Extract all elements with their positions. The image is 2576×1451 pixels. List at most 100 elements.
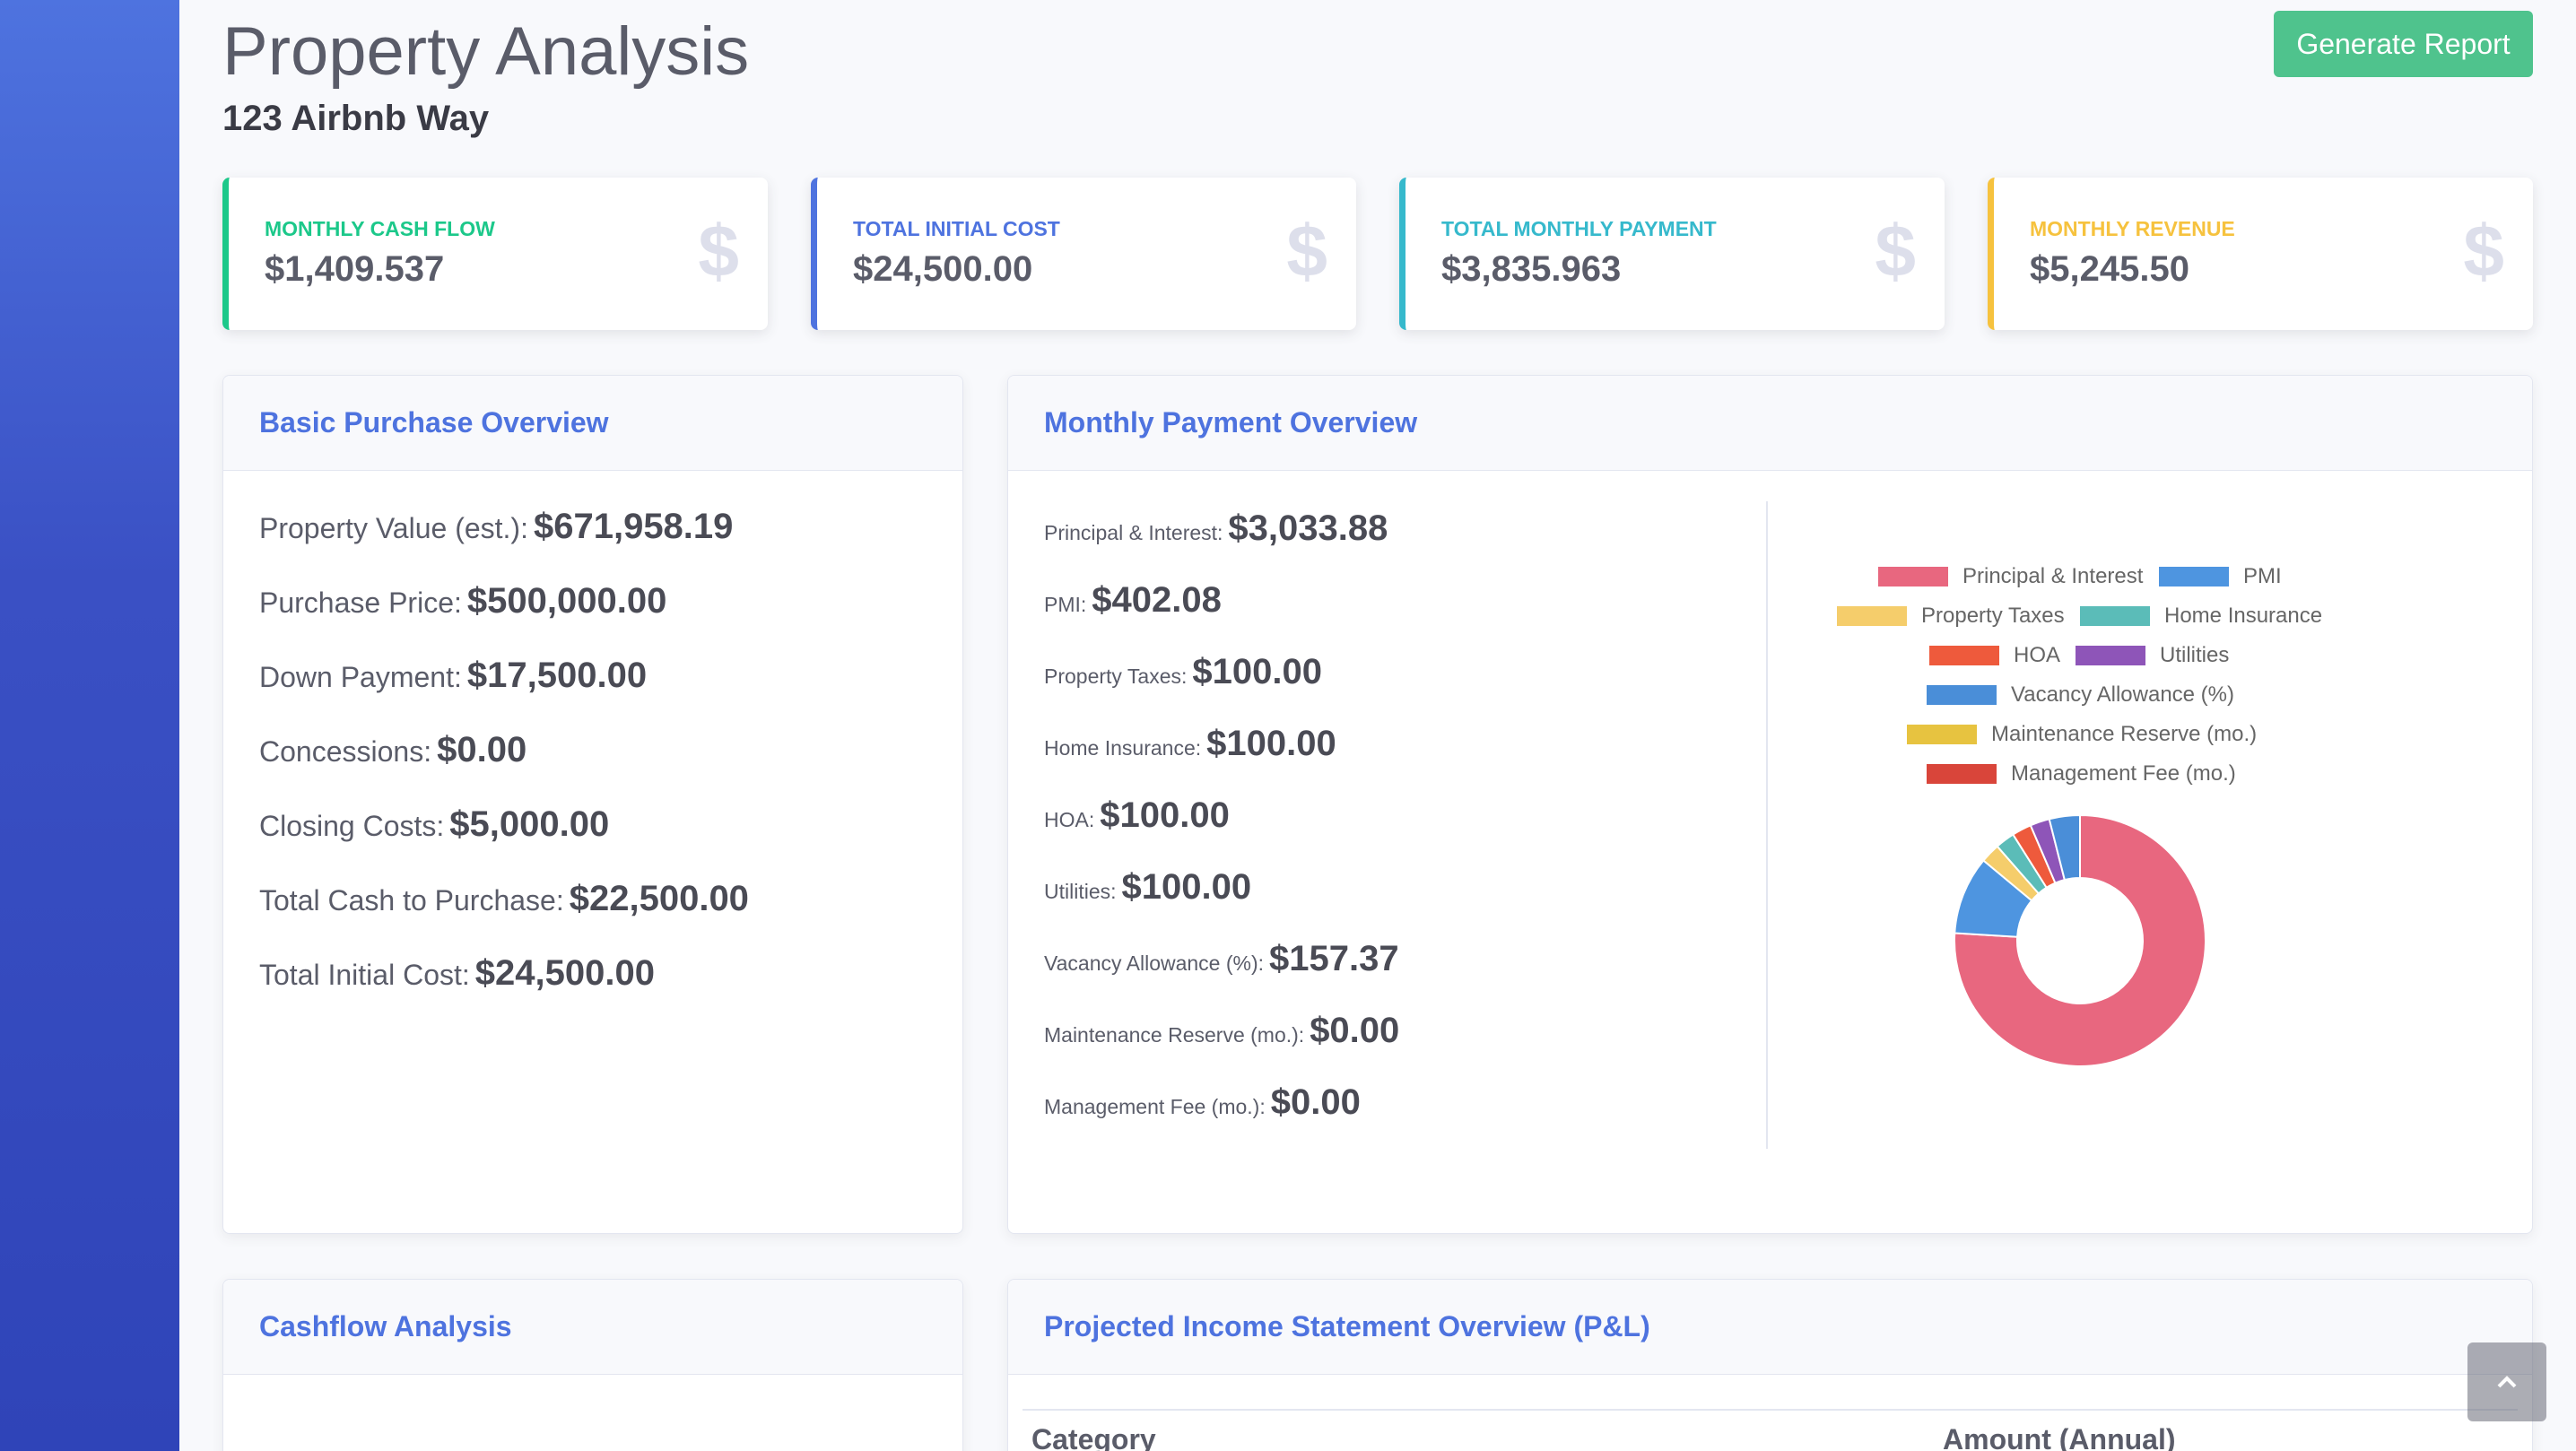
purchase-row: Closing Costs: $5,000.00 (259, 804, 609, 845)
legend-swatch (1878, 567, 1948, 586)
row-label: Maintenance Reserve (mo.): (1044, 1023, 1305, 1047)
legend-swatch (2076, 646, 2145, 665)
stat-value: $5,245.50 (2030, 249, 2189, 289)
legend-label: Property Taxes (1921, 604, 2065, 628)
stat-label: Monthly Revenue (2030, 217, 2235, 240)
stat-label: Total Monthly Payment (1441, 217, 1717, 240)
row-value: $17,500.00 (466, 656, 648, 695)
total-initial-cost-card: Total Initial Cost $24,500.00 $ (811, 178, 1356, 330)
row-label: Management Fee (mo.): (1044, 1095, 1266, 1118)
legend-swatch (1927, 764, 1997, 784)
payment-row: Property Taxes: $100.00 (1044, 652, 1322, 692)
stat-label: Total Initial Cost (853, 217, 1060, 240)
row-value: $22,500.00 (569, 879, 749, 918)
legend-item[interactable]: Management Fee (mo.) (1927, 761, 2236, 786)
monthly-payment-donut-chart[interactable] (1936, 797, 2224, 1084)
card-title: Cashflow Analysis (259, 1310, 512, 1342)
row-label: Property Value (est.): (259, 512, 528, 544)
row-label: Vacancy Allowance (%): (1044, 951, 1265, 975)
row-value: $100.00 (1121, 867, 1252, 907)
row-value: $100.00 (1206, 724, 1336, 763)
stat-label: Monthly Cash Flow (265, 217, 495, 240)
stat-value: $1,409.537 (265, 249, 445, 289)
monthly-cash-flow-card: Monthly Cash Flow $1,409.537 $ (222, 178, 768, 330)
pl-overview-card: Projected Income Statement Overview (P&L… (1007, 1279, 2533, 1451)
card-title: Basic Purchase Overview (259, 406, 609, 439)
row-value: $5,000.00 (449, 804, 610, 844)
card-header: Projected Income Statement Overview (P&L… (1008, 1280, 2532, 1375)
table-top-border (1023, 1409, 2518, 1411)
legend-label: PMI (2243, 564, 2282, 588)
row-label: Closing Costs: (259, 810, 445, 842)
legend-label: Vacancy Allowance (%) (2011, 682, 2234, 707)
generate-report-button[interactable]: Generate Report (2274, 11, 2533, 77)
monthly-revenue-card: Monthly Revenue $5,245.50 $ (1988, 178, 2533, 330)
purchase-row: Property Value (est.): $671,958.19 (259, 507, 733, 547)
row-label: Total Initial Cost: (259, 959, 470, 991)
legend-item[interactable]: Home Insurance (2080, 604, 2322, 629)
card-title: Monthly Payment Overview (1044, 406, 1418, 439)
legend-swatch (2080, 606, 2150, 626)
card-title: Projected Income Statement Overview (P&L… (1044, 1310, 1650, 1342)
scroll-to-top-button[interactable] (2467, 1342, 2546, 1421)
purchase-row: Total Cash to Purchase: $22,500.00 (259, 879, 749, 919)
legend-swatch (1929, 646, 1999, 665)
payment-row: Home Insurance: $100.00 (1044, 724, 1336, 764)
payment-row: Management Fee (mo.): $0.00 (1044, 1082, 1361, 1123)
card-header: Basic Purchase Overview (223, 376, 962, 471)
dollar-icon: $ (698, 211, 739, 292)
sidebar (0, 0, 179, 1451)
purchase-row: Down Payment: $17,500.00 (259, 656, 647, 696)
column-header-amount[interactable]: Amount (Annual) (1943, 1423, 2176, 1451)
page-title: Property Analysis (222, 13, 750, 90)
row-value: $0.00 (437, 730, 527, 769)
row-value: $671,958.19 (533, 507, 734, 546)
row-label: Utilities: (1044, 880, 1117, 903)
legend-label: Home Insurance (2164, 604, 2323, 628)
legend-swatch (1927, 685, 1997, 705)
row-value: $100.00 (1192, 652, 1322, 691)
legend-item[interactable]: PMI (2159, 564, 2282, 589)
row-label: Purchase Price: (259, 586, 462, 619)
monthly-payment-card: Monthly Payment Overview Principal & Int… (1007, 375, 2533, 1234)
row-value: $0.00 (1310, 1011, 1400, 1050)
cashflow-analysis-card: Cashflow Analysis (222, 1279, 963, 1451)
stat-value: $3,835.963 (1441, 249, 1622, 289)
row-label: Down Payment: (259, 661, 462, 693)
legend-swatch (1907, 725, 1977, 744)
row-label: Total Cash to Purchase: (259, 884, 564, 917)
stat-value: $24,500.00 (853, 249, 1033, 289)
legend-item[interactable]: HOA (1929, 643, 2060, 668)
legend-label: Management Fee (mo.) (2011, 761, 2236, 786)
row-value: $157.37 (1269, 939, 1399, 978)
purchase-overview-card: Basic Purchase Overview Property Value (… (222, 375, 963, 1234)
row-value: $24,500.00 (474, 953, 655, 993)
legend-swatch (1837, 606, 1907, 626)
row-label: PMI: (1044, 593, 1087, 616)
purchase-row: Purchase Price: $500,000.00 (259, 581, 666, 621)
legend-item[interactable]: Principal & Interest (1878, 564, 2143, 589)
legend-item[interactable]: Maintenance Reserve (mo.) (1907, 722, 2257, 747)
legend-item[interactable]: Property Taxes (1837, 604, 2065, 629)
payment-row: HOA: $100.00 (1044, 795, 1230, 836)
chevron-up-icon (2497, 1376, 2517, 1388)
column-header-category[interactable]: Category (1031, 1423, 1156, 1451)
purchase-row: Total Initial Cost: $24,500.00 (259, 953, 655, 994)
property-address: 123 Airbnb Way (222, 99, 490, 138)
row-label: Concessions: (259, 735, 432, 768)
payment-row: Utilities: $100.00 (1044, 867, 1251, 908)
payment-row: Maintenance Reserve (mo.): $0.00 (1044, 1011, 1399, 1051)
dollar-icon: $ (1875, 211, 1916, 292)
payment-row: PMI: $402.08 (1044, 580, 1222, 621)
column-divider (1766, 501, 1768, 1149)
row-label: Home Insurance: (1044, 736, 1202, 760)
row-value: $402.08 (1092, 580, 1222, 620)
dollar-icon: $ (2463, 211, 2504, 292)
legend-item[interactable]: Vacancy Allowance (%) (1927, 682, 2234, 708)
payment-row: Vacancy Allowance (%): $157.37 (1044, 939, 1399, 979)
card-header: Cashflow Analysis (223, 1280, 962, 1375)
row-value: $100.00 (1100, 795, 1230, 835)
row-label: Property Taxes: (1044, 665, 1188, 688)
legend-item[interactable]: Utilities (2076, 643, 2229, 668)
total-monthly-payment-card: Total Monthly Payment $3,835.963 $ (1399, 178, 1945, 330)
